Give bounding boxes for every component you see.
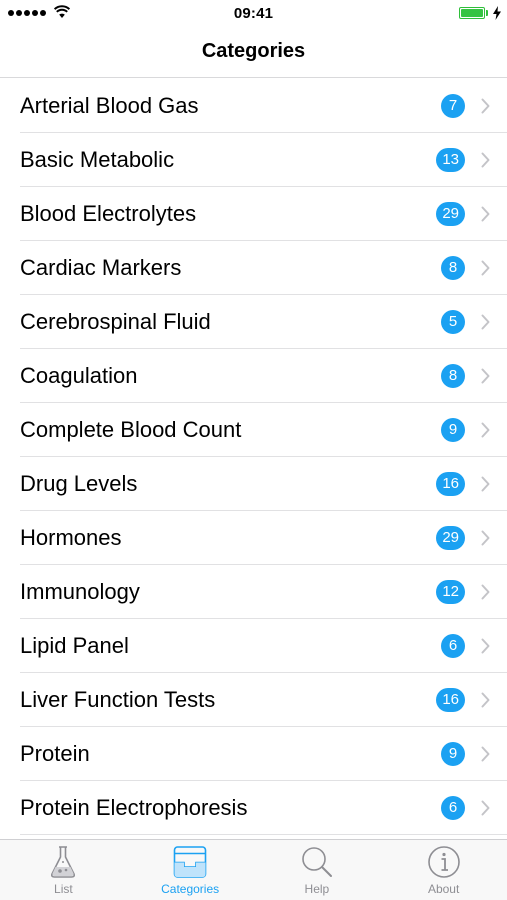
chevron-right-icon (481, 530, 490, 546)
tab-about[interactable]: About (380, 840, 507, 900)
count-badge: 29 (436, 202, 465, 226)
chevron-right-icon (481, 638, 490, 654)
category-row[interactable]: Basic Metabolic 13 (0, 133, 507, 187)
category-label: Cardiac Markers (20, 255, 182, 280)
battery-tip (486, 10, 488, 16)
count-badge: 6 (441, 634, 465, 658)
category-row[interactable]: Coagulation 8 (0, 349, 507, 403)
count-badge: 29 (436, 526, 465, 550)
status-time: 09:41 (233, 5, 274, 22)
page-title: Categories (201, 40, 306, 62)
count-badge: 9 (441, 418, 465, 442)
chevron-right-icon (481, 314, 490, 330)
category-label: Arterial Blood Gas (20, 93, 199, 118)
tab-categories-label: Categories (161, 882, 220, 896)
tab-help[interactable]: Help (254, 840, 381, 900)
tab-help-label: Help (304, 882, 330, 896)
chevron-right-icon (481, 422, 490, 438)
count-badge: 7 (441, 94, 465, 118)
category-label: Protein (20, 741, 90, 766)
category-label: Complete Blood Count (20, 417, 242, 442)
tray-icon (173, 846, 207, 878)
count-badge: 12 (436, 580, 465, 604)
category-row[interactable]: Complete Blood Count 9 (0, 403, 507, 457)
tab-list[interactable]: List (0, 840, 127, 900)
category-row[interactable]: Cerebrospinal Fluid 5 (0, 295, 507, 349)
status-bar: 09:41 (0, 0, 507, 28)
category-row[interactable]: Cardiac Markers 8 (0, 241, 507, 295)
info-icon (427, 846, 460, 878)
category-row[interactable]: Protein Electrophoresis 6 (0, 781, 507, 835)
category-row[interactable]: Hormones 29 (0, 511, 507, 565)
count-badge: 16 (436, 688, 465, 712)
chevron-right-icon (481, 746, 490, 762)
category-row[interactable]: Protein 9 (0, 727, 507, 781)
category-row[interactable]: Liver Function Tests 16 (0, 673, 507, 727)
categories-list[interactable]: Arterial Blood Gas 7 Basic Metabolic 13 Bloo… (0, 79, 507, 839)
chevron-right-icon (481, 206, 490, 222)
count-badge: 8 (441, 256, 465, 280)
category-label: Blood Electrolytes (20, 201, 197, 226)
category-row[interactable]: Blood Electrolytes 29 (0, 187, 507, 241)
tab-bar: List Categories Help About (0, 839, 507, 900)
chevron-right-icon (481, 368, 490, 384)
count-badge: 8 (441, 364, 465, 388)
count-badge: 13 (436, 148, 465, 172)
category-row[interactable]: Lipid Panel 6 (0, 619, 507, 673)
battery-icon (459, 7, 485, 19)
category-label: Lipid Panel (20, 633, 129, 658)
count-badge: 5 (441, 310, 465, 334)
category-label: Liver Function Tests (20, 687, 216, 712)
category-label: Immunology (20, 579, 140, 604)
category-row[interactable]: Arterial Blood Gas 7 (0, 79, 507, 133)
count-badge: 9 (441, 742, 465, 766)
category-label: Hormones (20, 525, 122, 550)
tab-about-label: About (427, 882, 460, 896)
chevron-right-icon (481, 98, 490, 114)
chevron-right-icon (481, 800, 490, 816)
category-label: Basic Metabolic (20, 147, 175, 172)
chevron-right-icon (481, 260, 490, 276)
category-label: Drug Levels (20, 471, 138, 496)
magnifier-icon (302, 847, 332, 877)
chevron-right-icon (481, 692, 490, 708)
category-label: Coagulation (20, 363, 138, 388)
chevron-right-icon (481, 152, 490, 168)
category-row[interactable]: Drug Levels 16 (0, 457, 507, 511)
navigation-bar: Categories (0, 28, 507, 78)
tab-categories[interactable]: Categories (127, 840, 254, 900)
tab-list-label: List (54, 882, 73, 896)
category-label: Cerebrospinal Fluid (20, 309, 211, 334)
category-row[interactable]: Immunology 12 (0, 565, 507, 619)
flask-icon (51, 846, 76, 878)
chevron-right-icon (481, 476, 490, 492)
charging-bolt-icon (493, 6, 501, 20)
chevron-right-icon (481, 584, 490, 600)
count-badge: 6 (441, 796, 465, 820)
count-badge: 16 (436, 472, 465, 496)
category-label: Protein Electrophoresis (20, 795, 248, 820)
